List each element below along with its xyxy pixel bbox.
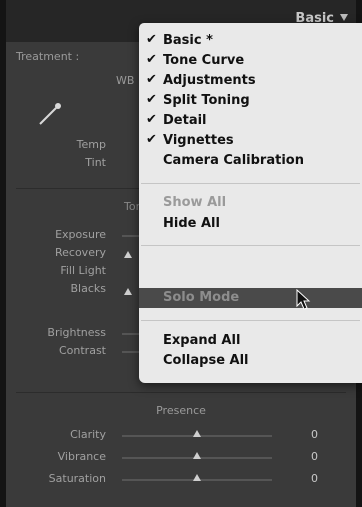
menu-item-label: Basic * xyxy=(163,33,213,48)
checkmark-icon: ✔ xyxy=(146,92,157,107)
menu-separator xyxy=(141,183,360,184)
menu-item-vignettes[interactable]: ✔ Vignettes xyxy=(139,131,362,151)
menu-item-label: Adjustments xyxy=(163,73,256,88)
panel-context-menu: ✔ Basic * ✔ Tone Curve ✔ Adjustments ✔ S… xyxy=(139,23,362,383)
divider xyxy=(16,392,346,393)
checkmark-icon: ✔ xyxy=(146,132,157,147)
exposure-label: Exposure xyxy=(55,228,106,241)
presence-header: Presence xyxy=(156,404,206,417)
menu-item-show-all: Show All xyxy=(139,193,362,213)
menu-item-label: Show All xyxy=(163,195,227,210)
menu-item-label: Collapse All xyxy=(163,353,249,368)
menu-item-detail[interactable]: ✔ Detail xyxy=(139,111,362,131)
clarity-slider-knob[interactable] xyxy=(193,430,201,437)
checkmark-icon: ✔ xyxy=(146,52,157,67)
saturation-slider-knob[interactable] xyxy=(193,474,201,481)
menu-item-label: Expand All xyxy=(163,333,241,348)
menu-item-adjustments[interactable]: ✔ Adjustments xyxy=(139,71,362,91)
menu-item-collapse-all[interactable]: Collapse All xyxy=(139,351,362,371)
vibrance-label: Vibrance xyxy=(57,450,106,463)
menu-item-label: Hide All xyxy=(163,216,220,231)
fill-light-label: Fill Light xyxy=(60,264,106,277)
saturation-label: Saturation xyxy=(48,472,106,485)
menu-item-hide-all[interactable]: Hide All xyxy=(139,214,362,234)
white-balance-label: WB : xyxy=(116,74,142,87)
menu-item-label: Vignettes xyxy=(163,133,234,148)
clarity-value: 0 xyxy=(311,428,318,441)
checkmark-icon: ✔ xyxy=(146,32,157,47)
menu-item-split-toning[interactable]: ✔ Split Toning xyxy=(139,91,362,111)
tint-label: Tint xyxy=(85,156,106,169)
menu-item-camera-calibration[interactable]: Camera Calibration xyxy=(139,151,362,171)
menu-item-basic[interactable]: ✔ Basic * xyxy=(139,31,362,51)
menu-item-label: Camera Calibration xyxy=(163,153,304,168)
contrast-label: Contrast xyxy=(58,344,106,357)
recovery-label: Recovery xyxy=(54,246,106,259)
menu-item-label: Tone Curve xyxy=(163,53,245,68)
menu-item-label: Split Toning xyxy=(163,93,250,108)
eyedropper-icon[interactable] xyxy=(36,100,64,128)
menu-item-expand-all[interactable]: Expand All xyxy=(139,331,362,351)
menu-item-solo-mode[interactable]: Solo Mode xyxy=(139,288,362,308)
menu-item-label: Detail xyxy=(163,113,207,128)
menu-item-label: Solo Mode xyxy=(163,290,240,305)
recovery-slider-knob[interactable] xyxy=(124,251,132,258)
temp-label: Temp xyxy=(76,138,106,151)
treatment-label: Treatment : xyxy=(16,50,80,63)
vibrance-slider-knob[interactable] xyxy=(193,452,201,459)
saturation-value: 0 xyxy=(311,472,318,485)
menu-item-tone-curve[interactable]: ✔ Tone Curve xyxy=(139,51,362,71)
checkmark-icon: ✔ xyxy=(146,72,157,87)
checkmark-icon: ✔ xyxy=(146,112,157,127)
blacks-label: Blacks xyxy=(70,282,107,295)
mouse-pointer-icon xyxy=(296,289,311,310)
vibrance-value: 0 xyxy=(311,450,318,463)
collapse-arrow-icon[interactable] xyxy=(340,14,348,21)
brightness-label: Brightness xyxy=(47,326,106,339)
clarity-label: Clarity xyxy=(70,428,106,441)
blacks-slider-knob[interactable] xyxy=(124,288,132,295)
menu-separator xyxy=(141,245,360,246)
menu-separator xyxy=(141,320,360,321)
